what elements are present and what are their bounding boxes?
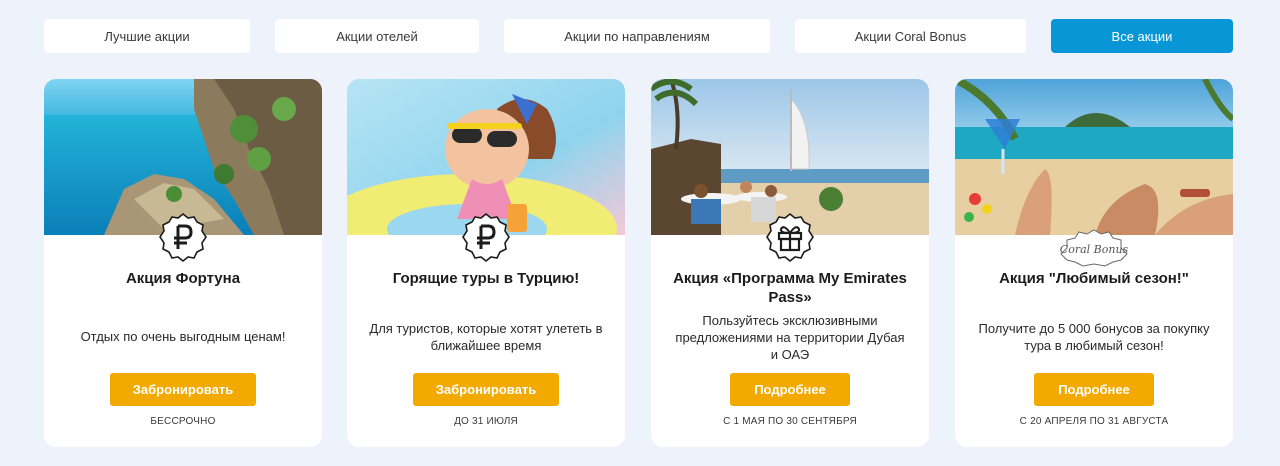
promo-dates: БЕССРОЧНО bbox=[150, 416, 216, 427]
promo-card-favorite-season[interactable]: Coral Bonus Акция "Любимый сезон!" Получ… bbox=[955, 79, 1233, 447]
tab-coral-bonus-promos[interactable]: Акции Coral Bonus bbox=[795, 19, 1026, 53]
book-button[interactable]: Забронировать bbox=[110, 373, 256, 406]
svg-text:Coral Bonus: Coral Bonus bbox=[1060, 243, 1129, 256]
tropical-beach-cocktail-photo[interactable] bbox=[955, 79, 1233, 235]
details-button[interactable]: Подробнее bbox=[730, 373, 850, 406]
ruble-icon bbox=[460, 212, 512, 264]
promo-description: Получите до 5 000 бонусов за покупку тур… bbox=[978, 321, 1210, 353]
promo-card-turkey[interactable]: Горящие туры в Турцию! Для туристов, кот… bbox=[347, 79, 625, 447]
promo-dates: С 20 АПРЕЛЯ ПО 31 АВГУСТА bbox=[1019, 416, 1169, 427]
coral-bonus-logo: Coral Bonus bbox=[1055, 228, 1133, 268]
tab-destination-promos[interactable]: Акции по направлениям bbox=[504, 19, 770, 53]
promo-dates: ДО 31 ИЮЛЯ bbox=[454, 416, 518, 427]
book-button[interactable]: Забронировать bbox=[413, 373, 559, 406]
promo-title: Акция «Программа My Emirates Pass» bbox=[673, 270, 907, 306]
promo-description: Пользуйтесь эксклюзивными предложениями … bbox=[675, 313, 905, 362]
tab-hotel-promos[interactable]: Акции отелей bbox=[275, 19, 479, 53]
promo-description: Для туристов, которые хотят улететь в бл… bbox=[369, 321, 603, 353]
gift-icon bbox=[764, 212, 816, 264]
promo-title: Горящие туры в Турцию! bbox=[392, 270, 580, 287]
promo-dates: С 1 МАЯ ПО 30 СЕНТЯБРЯ bbox=[723, 416, 857, 427]
promo-title: Акция "Любимый сезон!" bbox=[999, 270, 1189, 287]
details-button[interactable]: Подробнее bbox=[1034, 373, 1154, 406]
promo-card-fortuna[interactable]: Акция Фортуна Отдых по очень выгодным це… bbox=[44, 79, 322, 447]
promo-description: Отдых по очень выгодным ценам! bbox=[80, 329, 286, 344]
ruble-icon bbox=[157, 212, 209, 264]
promo-card-emirates-pass[interactable]: Акция «Программа My Emirates Pass» Польз… bbox=[651, 79, 929, 447]
promo-tabs: Лучшие акции Акции отелей Акции по напра… bbox=[44, 19, 1233, 53]
tab-best-promos[interactable]: Лучшие акции bbox=[44, 19, 250, 53]
promo-title: Акция Фортуна bbox=[125, 270, 241, 287]
tab-all-promos[interactable]: Все акции bbox=[1051, 19, 1233, 53]
